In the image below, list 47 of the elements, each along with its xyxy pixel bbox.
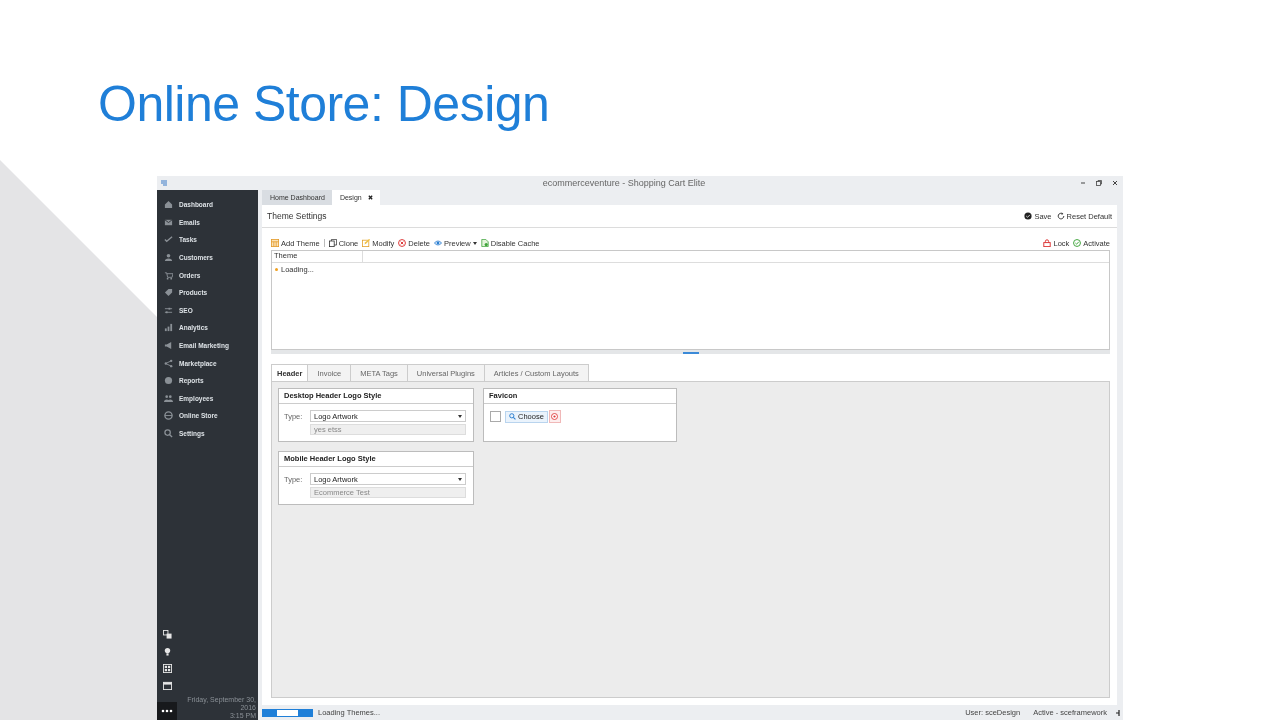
bar-chart-icon xyxy=(164,323,173,333)
close-icon xyxy=(1112,180,1118,186)
document-icon xyxy=(480,239,489,247)
splitter-handle[interactable] xyxy=(682,352,699,354)
more-button[interactable] xyxy=(157,702,177,720)
delete-icon xyxy=(398,239,407,247)
search-icon xyxy=(164,429,173,438)
delete-icon xyxy=(551,413,559,420)
copy-icon xyxy=(328,239,337,247)
house-icon xyxy=(164,200,173,210)
progress-indicator xyxy=(262,708,313,717)
checkmark-icon xyxy=(164,235,173,245)
sliders-icon xyxy=(164,305,173,315)
people-icon xyxy=(164,393,173,403)
megaphone-icon xyxy=(164,341,173,351)
image-placeholder xyxy=(490,411,501,422)
lightbulb-icon xyxy=(163,647,172,656)
checkmark-circle-icon xyxy=(1073,239,1082,247)
eye-icon xyxy=(434,239,443,247)
windows-icon xyxy=(163,630,172,639)
restore-icon xyxy=(1096,180,1102,186)
globe-icon xyxy=(164,411,173,421)
pencil-icon xyxy=(362,239,371,247)
circle-icon xyxy=(164,376,173,386)
share-icon xyxy=(164,358,173,368)
caret-icon xyxy=(458,477,462,481)
app-logo-icon xyxy=(160,179,168,187)
window-title: ecommerceventure - Shopping Cart Elite xyxy=(541,178,707,188)
checkmark-circle-icon xyxy=(1024,212,1033,220)
caret-icon xyxy=(458,414,462,418)
search-icon xyxy=(509,413,516,420)
person-icon xyxy=(164,253,173,263)
refresh-icon xyxy=(1056,212,1065,220)
cart-icon xyxy=(164,270,173,280)
tag-icon xyxy=(164,288,173,298)
padlock-icon xyxy=(1043,239,1052,247)
pin-icon xyxy=(1116,708,1121,717)
calendar-icon xyxy=(163,681,172,690)
remove-button[interactable] xyxy=(548,410,561,423)
envelope-icon xyxy=(164,217,173,227)
grid-icon xyxy=(163,664,172,673)
table-icon xyxy=(271,239,279,247)
ellipsis-icon xyxy=(161,709,173,713)
panel-title: Theme Settings xyxy=(267,211,328,221)
bullet-icon xyxy=(275,268,278,271)
slide-title: Online Store: Design xyxy=(98,75,551,134)
minimize-icon xyxy=(1080,180,1086,186)
